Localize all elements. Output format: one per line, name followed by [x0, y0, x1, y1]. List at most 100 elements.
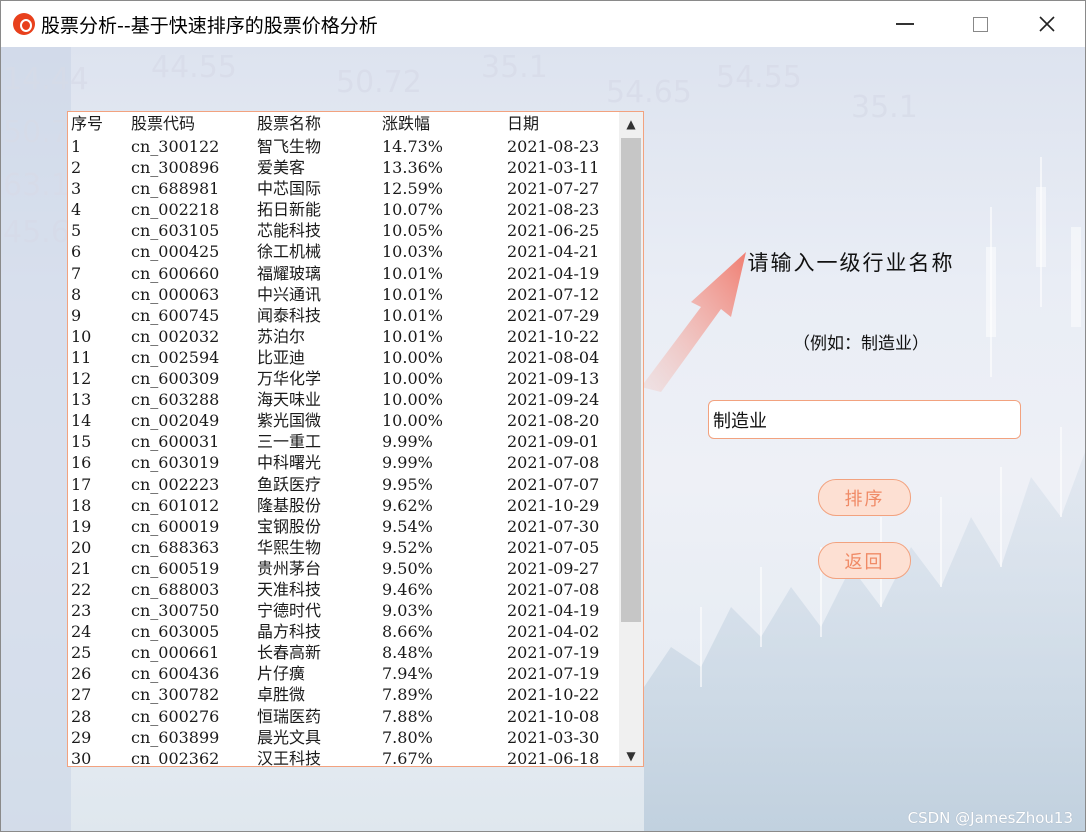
- industry-input[interactable]: [708, 400, 1021, 439]
- row-date: 2021-10-29: [507, 495, 600, 515]
- row-change: 10.00%: [382, 347, 444, 367]
- row-code: cn_002362: [131, 748, 220, 767]
- row-change: 7.80%: [382, 727, 433, 747]
- table-row[interactable]: 21 cn_600519 贵州茅台 9.50% 2021-09-27: [68, 558, 619, 579]
- row-change: 12.59%: [382, 179, 444, 199]
- row-index: 10: [71, 326, 92, 346]
- row-name: 智飞生物: [257, 137, 322, 156]
- table-row[interactable]: 25 cn_000661 长春高新 8.48% 2021-07-19: [68, 642, 619, 663]
- table-row[interactable]: 12 cn_600309 万华化学 10.00% 2021-09-13: [68, 368, 619, 389]
- row-index: 28: [71, 706, 92, 726]
- row-change: 7.94%: [382, 664, 433, 684]
- table-row[interactable]: 1 cn_300122 智飞生物 14.73% 2021-08-23: [68, 136, 619, 157]
- maximize-button[interactable]: [950, 1, 1010, 47]
- bg-number: 63.1: [3, 168, 70, 203]
- row-date: 2021-07-27: [507, 179, 600, 199]
- row-index: 29: [71, 727, 92, 747]
- vertical-scrollbar[interactable]: ▲ ▼: [619, 112, 643, 766]
- row-code: cn_300782: [131, 685, 220, 705]
- row-date: 2021-06-25: [507, 221, 600, 241]
- table-row[interactable]: 4 cn_002218 拓日新能 10.07% 2021-08-23: [68, 199, 619, 220]
- row-code: cn_002032: [131, 326, 220, 346]
- row-index: 8: [71, 284, 82, 304]
- table-row[interactable]: 28 cn_600276 恒瑞医药 7.88% 2021-10-08: [68, 706, 619, 727]
- minimize-button[interactable]: [875, 1, 935, 47]
- table-row[interactable]: 7 cn_600660 福耀玻璃 10.01% 2021-04-19: [68, 263, 619, 284]
- table-row[interactable]: 5 cn_603105 芯能科技 10.05% 2021-06-25: [68, 220, 619, 241]
- table-row[interactable]: 14 cn_002049 紫光国微 10.00% 2021-08-20: [68, 410, 619, 431]
- row-name: 中兴通讯: [257, 284, 322, 304]
- table-row[interactable]: 24 cn_603005 晶方科技 8.66% 2021-04-02: [68, 621, 619, 642]
- bg-number: 44.55: [151, 50, 237, 85]
- row-name: 晨光文具: [257, 727, 322, 747]
- table-row[interactable]: 16 cn_603019 中科曙光 9.99% 2021-07-08: [68, 452, 619, 473]
- row-index: 21: [71, 558, 92, 578]
- row-name: 宁德时代: [257, 601, 322, 621]
- sort-button[interactable]: 排序: [818, 479, 911, 516]
- row-date: 2021-04-19: [507, 263, 600, 283]
- row-code: cn_688003: [131, 579, 220, 599]
- table-row[interactable]: 22 cn_688003 天准科技 9.46% 2021-07-08: [68, 579, 619, 600]
- table-row[interactable]: 2 cn_300896 爱美客 13.36% 2021-03-11: [68, 157, 619, 178]
- stock-table[interactable]: 序号 股票代码 股票名称 涨跌幅 日期 1 cn_300122 智飞生物 14.73%…: [68, 112, 619, 767]
- table-row[interactable]: 29 cn_603899 晨光文具 7.80% 2021-03-30: [68, 727, 619, 748]
- row-index: 3: [71, 179, 82, 199]
- row-index: 7: [71, 263, 82, 283]
- row-code: cn_000661: [131, 643, 220, 663]
- header-code: 股票代码: [131, 114, 196, 133]
- row-change: 10.01%: [382, 263, 444, 283]
- close-button[interactable]: [1017, 1, 1077, 47]
- row-code: cn_300122: [131, 137, 220, 156]
- table-row[interactable]: 17 cn_002223 鱼跃医疗 9.95% 2021-07-07: [68, 474, 619, 495]
- scroll-down-arrow-icon[interactable]: ▼: [619, 744, 643, 766]
- table-row[interactable]: 23 cn_300750 宁德时代 9.03% 2021-04-19: [68, 600, 619, 621]
- row-change: 9.46%: [382, 579, 433, 599]
- maximize-icon: [972, 16, 988, 32]
- row-index: 4: [71, 200, 82, 220]
- bg-number: 14.44: [3, 62, 89, 97]
- row-date: 2021-04-19: [507, 601, 600, 621]
- table-row[interactable]: 11 cn_002594 比亚迪 10.00% 2021-08-04: [68, 347, 619, 368]
- back-button[interactable]: 返回: [818, 542, 911, 579]
- row-name: 汉王科技: [257, 748, 322, 767]
- table-row[interactable]: 10 cn_002032 苏泊尔 10.01% 2021-10-22: [68, 326, 619, 347]
- table-row[interactable]: 9 cn_600745 闻泰科技 10.01% 2021-07-29: [68, 305, 619, 326]
- row-name: 片仔癀: [257, 664, 306, 684]
- scroll-up-arrow-icon[interactable]: ▲: [619, 112, 643, 136]
- table-row[interactable]: 6 cn_000425 徐工机械 10.03% 2021-04-21: [68, 241, 619, 262]
- table-row[interactable]: 15 cn_600031 三一重工 9.99% 2021-09-01: [68, 431, 619, 452]
- stock-list-panel[interactable]: 序号 股票代码 股票名称 涨跌幅 日期 1 cn_300122 智飞生物 14.73%…: [67, 111, 644, 767]
- row-change: 10.00%: [382, 411, 444, 431]
- row-code: cn_603019: [131, 453, 220, 473]
- table-row[interactable]: 30 cn_002362 汉王科技 7.67% 2021-06-18: [68, 748, 619, 767]
- table-row[interactable]: 18 cn_601012 隆基股份 9.62% 2021-10-29: [68, 495, 619, 516]
- table-row[interactable]: 26 cn_600436 片仔癀 7.94% 2021-07-19: [68, 663, 619, 684]
- table-row[interactable]: 3 cn_688981 中芯国际 12.59% 2021-07-27: [68, 178, 619, 199]
- scroll-thumb[interactable]: [621, 138, 641, 622]
- bg-number: 35.1: [481, 50, 548, 85]
- row-index: 19: [71, 516, 92, 536]
- row-name: 宝钢股份: [257, 516, 322, 536]
- row-name: 卓胜微: [257, 685, 306, 705]
- row-index: 12: [71, 369, 92, 389]
- table-header: 序号 股票代码 股票名称 涨跌幅 日期: [68, 112, 619, 136]
- row-change: 8.48%: [382, 643, 433, 663]
- table-row[interactable]: 13 cn_603288 海天味业 10.00% 2021-09-24: [68, 389, 619, 410]
- row-name: 海天味业: [257, 390, 322, 410]
- row-change: 10.01%: [382, 284, 444, 304]
- row-index: 17: [71, 474, 92, 494]
- row-index: 23: [71, 601, 92, 621]
- row-code: cn_688363: [131, 537, 220, 557]
- row-date: 2021-03-11: [507, 158, 600, 178]
- row-code: cn_300750: [131, 601, 220, 621]
- watermark: CSDN @JamesZhou13: [907, 809, 1073, 827]
- bg-number: 35.1: [851, 90, 918, 125]
- window-title: 股票分析--基于快速排序的股票价格分析: [41, 14, 378, 37]
- bg-number: 54.55: [716, 60, 802, 95]
- table-row[interactable]: 20 cn_688363 华熙生物 9.52% 2021-07-05: [68, 537, 619, 558]
- table-row[interactable]: 27 cn_300782 卓胜微 7.89% 2021-10-22: [68, 684, 619, 705]
- table-row[interactable]: 19 cn_600019 宝钢股份 9.54% 2021-07-30: [68, 516, 619, 537]
- row-change: 9.52%: [382, 537, 433, 557]
- table-row[interactable]: 8 cn_000063 中兴通讯 10.01% 2021-07-12: [68, 284, 619, 305]
- row-change: 10.03%: [382, 242, 444, 262]
